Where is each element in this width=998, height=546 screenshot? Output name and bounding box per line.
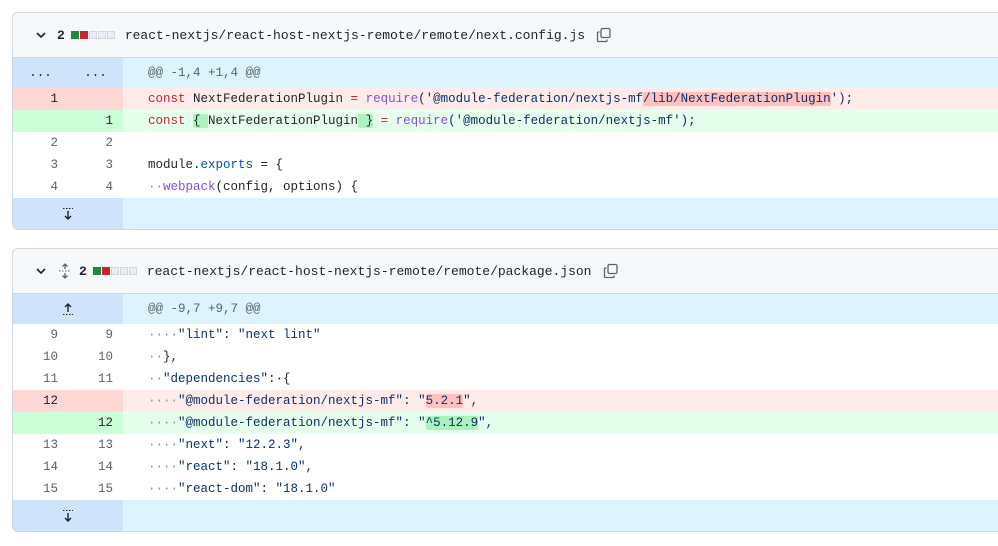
old-line-number[interactable]: 13 — [13, 434, 68, 456]
new-line-number — [68, 88, 123, 110]
new-line-number — [68, 390, 123, 412]
old-line-number[interactable]: 2 — [13, 132, 68, 154]
diff-file-package-json: 2 react-nextjs/react-host-nextjs-remote/… — [12, 248, 998, 532]
new-line-number[interactable]: 13 — [68, 434, 123, 456]
expander-fill — [123, 198, 998, 229]
diff-line-context: 10 10 ··}, — [13, 346, 998, 368]
diff-line-added: 1 const { NextFederationPlugin } = requi… — [13, 110, 998, 132]
changes-count: 2 — [79, 263, 87, 279]
chevron-down-icon[interactable] — [33, 27, 49, 43]
new-line-number[interactable]: 1 — [68, 110, 123, 132]
new-line-number[interactable]: 3 — [68, 154, 123, 176]
diff-line-deleted: 12 ····"@module-federation/nextjs-mf": "… — [13, 390, 998, 412]
diff-line-context: 11 11 ··"dependencies":·{ — [13, 368, 998, 390]
new-line-number[interactable]: 2 — [68, 132, 123, 154]
diff-file-next-config: 2 react-nextjs/react-host-nextjs-remote/… — [12, 12, 998, 230]
new-line-number[interactable]: 14 — [68, 456, 123, 478]
diffstat-added-block — [92, 267, 101, 275]
old-line-number[interactable]: 3 — [13, 154, 68, 176]
diffstat-neutral-block — [110, 267, 119, 275]
diff-line-deleted: 1 const NextFederationPlugin = require('… — [13, 88, 998, 110]
unfold-icon[interactable] — [57, 263, 73, 279]
file-header: 2 react-nextjs/react-host-nextjs-remote/… — [13, 249, 998, 294]
diffstat-added-block — [70, 31, 79, 39]
copy-icon[interactable] — [602, 262, 620, 280]
code-line: ····"@module-federation/nextjs-mf": "^5.… — [123, 412, 998, 434]
old-line-number[interactable]: 1 — [13, 88, 68, 110]
code-line: ··}, — [148, 350, 179, 364]
diffstat-deleted-block — [79, 31, 88, 39]
new-line-number[interactable]: 4 — [68, 176, 123, 198]
hunk-left-marker[interactable]: ... — [13, 58, 68, 88]
new-line-number[interactable]: 15 — [68, 478, 123, 500]
diffstat-neutral-block — [119, 267, 128, 275]
diffstat-blocks — [92, 267, 137, 275]
new-line-number[interactable]: 10 — [68, 346, 123, 368]
chevron-down-icon[interactable] — [33, 263, 49, 279]
changes-count: 2 — [57, 27, 65, 43]
old-line-number[interactable]: 4 — [13, 176, 68, 198]
diff-line-context: 3 3 module.exports = { — [13, 154, 998, 176]
fold-down-icon[interactable] — [13, 198, 123, 229]
diff-line-context: 9 9 ····"lint": "next lint" — [13, 324, 998, 346]
new-line-number[interactable]: 9 — [68, 324, 123, 346]
fold-down-icon[interactable] — [13, 500, 123, 531]
hunk-right-marker[interactable]: ... — [68, 58, 123, 88]
fold-up-icon[interactable] — [13, 294, 123, 324]
code-line: ····"next": "12.2.3", — [148, 438, 306, 452]
code-line: ··"dependencies":·{ — [148, 372, 291, 386]
hunk-header-row: @@ -9,7 +9,7 @@ — [13, 294, 998, 324]
diffstat-neutral-block — [128, 267, 137, 275]
code-line: const NextFederationPlugin = require('@m… — [123, 88, 998, 110]
code-line: ····"react-dom": "18.1.0" — [148, 482, 336, 496]
file-path-link[interactable]: react-nextjs/react-host-nextjs-remote/re… — [125, 28, 585, 43]
old-line-number — [13, 110, 68, 132]
old-line-number[interactable]: 12 — [13, 390, 68, 412]
code-line: ····"react": "18.1.0", — [148, 460, 314, 474]
expand-down-row — [13, 198, 998, 229]
old-line-number[interactable]: 15 — [13, 478, 68, 500]
old-line-number[interactable]: 14 — [13, 456, 68, 478]
diff-line-context: 13 13 ····"next": "12.2.3", — [13, 434, 998, 456]
old-line-number — [13, 412, 68, 434]
file-path-link[interactable]: react-nextjs/react-host-nextjs-remote/re… — [147, 264, 592, 279]
hunk-header-text: @@ -9,7 +9,7 @@ — [123, 294, 998, 324]
expand-down-row — [13, 500, 998, 531]
diff-line-context: 14 14 ····"react": "18.1.0", — [13, 456, 998, 478]
code-line: ····"@module-federation/nextjs-mf": "5.2… — [123, 390, 998, 412]
diffstat-neutral-block — [97, 31, 106, 39]
code-line: ····"lint": "next lint" — [148, 328, 321, 342]
diff-line-context: 2 2 — [13, 132, 998, 154]
diff-line-context: 4 4 ··webpack(config, options) { — [13, 176, 998, 198]
code-line: const { NextFederationPlugin } = require… — [123, 110, 998, 132]
diff-line-added: 12 ····"@module-federation/nextjs-mf": "… — [13, 412, 998, 434]
diff-line-context: 15 15 ····"react-dom": "18.1.0" — [13, 478, 998, 500]
expander-fill — [123, 500, 998, 531]
file-header: 2 react-nextjs/react-host-nextjs-remote/… — [13, 13, 998, 58]
code-line: ··webpack(config, options) { — [148, 180, 359, 194]
hunk-header-row: ... ... @@ -1,4 +1,4 @@ — [13, 58, 998, 88]
copy-icon[interactable] — [595, 26, 613, 44]
diffstat-neutral-block — [106, 31, 115, 39]
new-line-number[interactable]: 12 — [68, 412, 123, 434]
old-line-number[interactable]: 10 — [13, 346, 68, 368]
diffstat-neutral-block — [88, 31, 97, 39]
diffstat-deleted-block — [101, 267, 110, 275]
old-line-number[interactable]: 9 — [13, 324, 68, 346]
old-line-number[interactable]: 11 — [13, 368, 68, 390]
hunk-header-text: @@ -1,4 +1,4 @@ — [123, 58, 998, 88]
new-line-number[interactable]: 11 — [68, 368, 123, 390]
diffstat-blocks — [70, 31, 115, 39]
code-line: module.exports = { — [148, 158, 284, 172]
